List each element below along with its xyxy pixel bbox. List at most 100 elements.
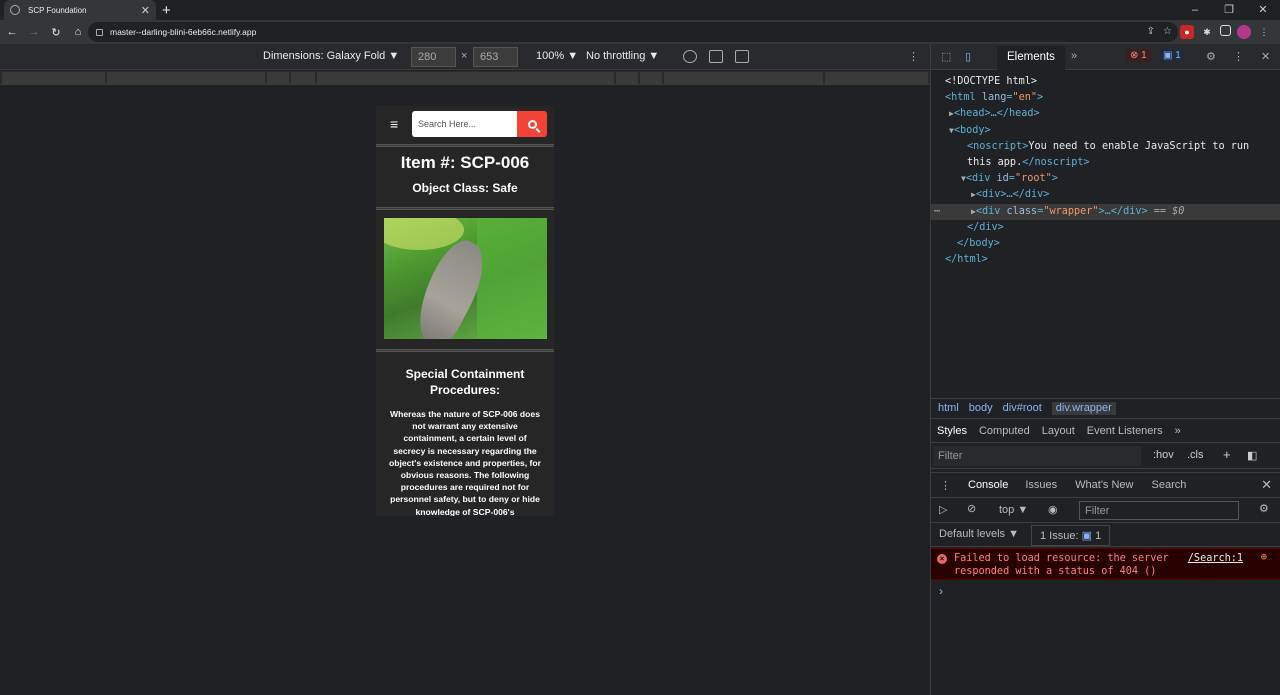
ruler-segment[interactable] — [107, 72, 265, 84]
close-tab-icon[interactable]: ✕ — [141, 4, 150, 17]
lock-icon[interactable] — [96, 28, 103, 36]
node-actions-icon[interactable]: ⋯ — [934, 204, 940, 220]
clear-console-icon[interactable]: ⊘ — [967, 502, 976, 515]
dom-node[interactable]: <!DOCTYPE html> — [931, 74, 1280, 90]
sidebar-toggle-icon[interactable]: ◧ — [1247, 449, 1257, 462]
device-dimensions-select[interactable]: Dimensions: Galaxy Fold ▼ — [263, 50, 399, 62]
tab-computed[interactable]: Computed — [973, 419, 1036, 442]
breadcrumb-item[interactable]: body — [969, 402, 993, 415]
restore-button[interactable]: ❐ — [1212, 0, 1246, 20]
device-more-icon[interactable]: ⋮ — [908, 50, 919, 63]
settings-gear-icon[interactable]: ⚙ — [1206, 50, 1216, 63]
dom-node[interactable]: <noscript>You need to enable JavaScript … — [931, 139, 1271, 171]
height-input[interactable]: 653 — [473, 47, 518, 67]
console-sidebar-icon[interactable]: ▷ — [939, 503, 947, 516]
devtools-menu-icon[interactable]: ⋮ — [1233, 50, 1244, 63]
throttling-select[interactable]: No throttling ▼ — [586, 50, 659, 62]
sidepanel-icon[interactable] — [1220, 25, 1231, 36]
dom-node[interactable]: ▶<head>…</head> — [931, 106, 1280, 122]
extension-red-icon[interactable]: ● — [1180, 25, 1194, 39]
media-query-bar[interactable] — [0, 71, 930, 85]
object-class: Object Class: Safe — [412, 181, 518, 195]
live-expression-eye-icon[interactable]: ◉ — [1048, 503, 1058, 516]
new-tab-button[interactable]: + — [162, 2, 171, 19]
tab-issues[interactable]: Issues — [1016, 479, 1066, 491]
zoom-select[interactable]: 100% ▼ — [536, 50, 578, 62]
breadcrumb-item-active[interactable]: div.wrapper — [1051, 402, 1116, 415]
cls-toggle[interactable]: .cls — [1187, 449, 1204, 461]
ruler-segment[interactable] — [2, 72, 105, 84]
close-drawer-icon[interactable]: ✕ — [1252, 477, 1280, 493]
width-input[interactable]: 280 — [411, 47, 456, 67]
home-icon[interactable]: ⌂ — [68, 26, 88, 38]
more-tabs-icon[interactable]: » — [1071, 50, 1077, 62]
tab-elements[interactable]: Elements — [997, 46, 1065, 70]
new-rule-icon[interactable]: + — [1223, 447, 1231, 462]
message-badge[interactable]: ▣ 1 — [1159, 49, 1185, 62]
dual-screen-icon[interactable] — [709, 50, 723, 63]
ruler-segment[interactable] — [640, 72, 662, 84]
window-controls: – ❐ ✕ — [1178, 0, 1280, 20]
dom-node[interactable]: </html> — [931, 252, 1280, 268]
close-window-button[interactable]: ✕ — [1246, 0, 1280, 20]
browser-tab[interactable]: SCP Foundation ✕ — [4, 0, 156, 20]
console-filter-input[interactable]: Filter — [1079, 501, 1239, 520]
back-icon[interactable]: ← — [2, 26, 22, 38]
breadcrumb-item[interactable]: html — [938, 402, 959, 415]
tab-search[interactable]: Search — [1143, 479, 1196, 491]
hamburger-menu-icon[interactable]: ≡ — [390, 116, 412, 132]
dom-node[interactable]: </div> — [931, 220, 1280, 236]
omnibox[interactable]: master--darling-blini-6eb66c.netlify.app… — [88, 22, 1178, 42]
dom-tree[interactable]: <!DOCTYPE html> <html lang="en"> ▶<head>… — [931, 70, 1280, 268]
console-settings-icon[interactable]: ⚙ — [1259, 502, 1269, 515]
rotate-icon[interactable] — [683, 50, 697, 63]
menu-kebab-icon[interactable]: ⋮ — [1257, 25, 1271, 39]
error-source-link[interactable]: /Search:1 — [1188, 553, 1243, 566]
styles-filter-input[interactable]: Filter — [933, 446, 1141, 466]
share-icon[interactable]: ⇪ — [1147, 26, 1155, 37]
device-toggle-icon[interactable]: ▯ — [965, 50, 971, 63]
context-select[interactable]: top ▼ — [999, 504, 1028, 516]
bookmark-star-icon[interactable]: ☆ — [1163, 26, 1172, 37]
console-toolbar: ▷ ⊘ top ▼ ◉ Filter ⚙ — [931, 499, 1280, 523]
drawer-menu-icon[interactable]: ⋮ — [931, 479, 960, 492]
dom-node[interactable]: <html lang="en"> — [931, 90, 1280, 106]
ruler-segment[interactable] — [267, 72, 289, 84]
forward-icon[interactable]: → — [24, 26, 44, 38]
close-devtools-icon[interactable]: ✕ — [1261, 50, 1270, 63]
dom-node[interactable]: ▶<div>…</div> — [931, 187, 1280, 203]
ruler-segment[interactable] — [664, 72, 823, 84]
ruler-segment[interactable] — [616, 72, 638, 84]
tab-console[interactable]: Console — [960, 473, 1017, 497]
hov-toggle[interactable]: :hov — [1153, 449, 1174, 461]
puzzle-icon[interactable]: ✱ — [1200, 25, 1214, 39]
breadcrumb-item[interactable]: div#root — [1003, 402, 1042, 415]
tab-whats-new[interactable]: What's New — [1066, 479, 1142, 491]
reload-icon[interactable]: ↻ — [46, 26, 66, 39]
console-error-message[interactable]: × Failed to load resource: the server re… — [931, 548, 1280, 580]
more-style-tabs-icon[interactable]: » — [1169, 419, 1187, 442]
tab-styles[interactable]: Styles — [931, 419, 973, 442]
tab-layout[interactable]: Layout — [1036, 419, 1081, 442]
site-navbar: ≡ Search Here... — [376, 106, 554, 142]
error-badge[interactable]: ⊗ 1 — [1126, 49, 1151, 62]
dom-node-selected[interactable]: ⋯ ▶<div class="wrapper">…</div> == $0 — [931, 203, 1280, 220]
posture-icon[interactable] — [735, 50, 749, 63]
search-button[interactable] — [517, 111, 547, 137]
tab-event-listeners[interactable]: Event Listeners — [1081, 419, 1169, 442]
search-input[interactable]: Search Here... — [412, 111, 517, 137]
search-network-icon[interactable]: ⊕ — [1261, 552, 1267, 565]
ruler-segment[interactable] — [317, 72, 614, 84]
dom-node[interactable]: ▼<body> — [931, 123, 1280, 139]
issues-counter[interactable]: 1 Issue: ▣ 1 — [1031, 525, 1111, 546]
error-text: Failed to load resource: the server resp… — [954, 553, 1169, 577]
default-levels-select[interactable]: Default levels ▼ — [939, 528, 1019, 540]
inspect-icon[interactable]: ⬚ — [941, 50, 951, 63]
dom-node[interactable]: </body> — [931, 236, 1280, 252]
dom-node[interactable]: ▼<div id="root"> — [931, 171, 1280, 187]
console-prompt[interactable]: › — [939, 584, 943, 598]
ruler-segment[interactable] — [291, 72, 315, 84]
ruler-segment[interactable] — [825, 72, 928, 84]
minimize-button[interactable]: – — [1178, 0, 1212, 20]
avatar[interactable] — [1237, 25, 1251, 39]
